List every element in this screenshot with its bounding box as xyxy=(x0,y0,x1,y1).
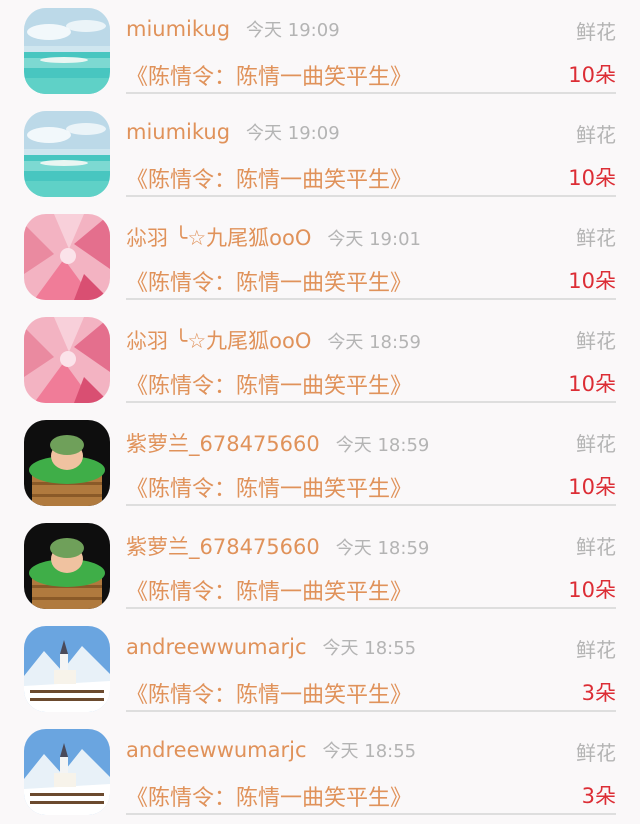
gift-count: 10朵 xyxy=(568,578,616,602)
gift-list-item[interactable]: andreewwumarjc 今天 18:55 鲜花 《陈情令：陈情一曲笑平生》 … xyxy=(0,721,640,824)
sender-name[interactable]: 紫萝兰_678475660 今天 18:59 xyxy=(126,531,429,561)
gift-time: 今天 18:59 xyxy=(335,538,430,559)
gift-type-label: 鲜花 xyxy=(576,329,616,353)
gift-count: 10朵 xyxy=(568,475,616,499)
gift-count: 10朵 xyxy=(568,269,616,293)
pink-feather-avatar-icon[interactable] xyxy=(24,317,110,403)
gift-list: miumikug 今天 19:09 鲜花 《陈情令：陈情一曲笑平生》 10朵 mi… xyxy=(0,0,640,815)
beach-avatar-icon[interactable] xyxy=(24,111,110,197)
work-title-link[interactable]: 《陈情令：陈情一曲笑平生》 xyxy=(126,574,412,606)
sender-name[interactable]: 紫萝兰_678475660 今天 18:59 xyxy=(126,428,429,458)
work-title-link[interactable]: 《陈情令：陈情一曲笑平生》 xyxy=(126,59,412,91)
gift-list-item[interactable]: 尛羽 ╰☆九尾狐ooO 今天 18:59 鲜花 《陈情令：陈情一曲笑平生》 10朵 xyxy=(0,309,640,412)
row-divider xyxy=(126,401,616,403)
gift-time: 今天 18:55 xyxy=(322,638,417,659)
snow-church-avatar-icon[interactable] xyxy=(24,626,110,712)
baby-basket-avatar-icon[interactable] xyxy=(24,523,110,609)
gift-type-label: 鲜花 xyxy=(576,226,616,250)
gift-time: 今天 18:59 xyxy=(327,332,421,353)
gift-time: 今天 19:09 xyxy=(246,20,340,41)
pink-feather-avatar-icon[interactable] xyxy=(24,214,110,300)
gift-count: 3朵 xyxy=(581,784,616,808)
gift-list-item[interactable]: miumikug 今天 19:09 鲜花 《陈情令：陈情一曲笑平生》 10朵 xyxy=(0,103,640,206)
sender-name[interactable]: andreewwumarjc 今天 18:55 xyxy=(126,634,416,660)
row-divider xyxy=(126,298,616,300)
gift-type-label: 鲜花 xyxy=(576,638,616,662)
gift-type-label: 鲜花 xyxy=(576,20,616,44)
gift-count: 3朵 xyxy=(581,681,616,705)
row-divider xyxy=(126,504,616,506)
row-divider xyxy=(126,607,616,609)
gift-list-item[interactable]: miumikug 今天 19:09 鲜花 《陈情令：陈情一曲笑平生》 10朵 xyxy=(0,0,640,103)
work-title-link[interactable]: 《陈情令：陈情一曲笑平生》 xyxy=(126,471,412,503)
gift-count: 10朵 xyxy=(568,63,616,87)
baby-basket-avatar-icon[interactable] xyxy=(24,420,110,506)
work-title-link[interactable]: 《陈情令：陈情一曲笑平生》 xyxy=(126,265,412,297)
gift-list-item[interactable]: andreewwumarjc 今天 18:55 鲜花 《陈情令：陈情一曲笑平生》 … xyxy=(0,618,640,721)
snow-church-avatar-icon[interactable] xyxy=(24,729,110,815)
row-divider xyxy=(126,813,616,815)
gift-time: 今天 19:01 xyxy=(327,229,421,250)
work-title-link[interactable]: 《陈情令：陈情一曲笑平生》 xyxy=(126,677,412,709)
sender-name[interactable]: andreewwumarjc 今天 18:55 xyxy=(126,737,416,763)
gift-time: 今天 18:59 xyxy=(335,435,430,456)
sender-name[interactable]: 尛羽 ╰☆九尾狐ooO 今天 19:01 xyxy=(126,222,421,252)
gift-count: 10朵 xyxy=(568,166,616,190)
gift-type-label: 鲜花 xyxy=(576,432,616,456)
gift-type-label: 鲜花 xyxy=(576,535,616,559)
gift-list-item[interactable]: 紫萝兰_678475660 今天 18:59 鲜花 《陈情令：陈情一曲笑平生》 1… xyxy=(0,412,640,515)
gift-count: 10朵 xyxy=(568,372,616,396)
row-divider xyxy=(126,92,616,94)
gift-type-label: 鲜花 xyxy=(576,123,616,147)
row-divider xyxy=(126,710,616,712)
work-title-link[interactable]: 《陈情令：陈情一曲笑平生》 xyxy=(126,368,412,400)
gift-time: 今天 18:55 xyxy=(322,741,417,762)
work-title-link[interactable]: 《陈情令：陈情一曲笑平生》 xyxy=(126,780,412,812)
beach-avatar-icon[interactable] xyxy=(24,8,110,94)
row-divider xyxy=(126,195,616,197)
gift-type-label: 鲜花 xyxy=(576,741,616,765)
gift-time: 今天 19:09 xyxy=(246,123,340,144)
work-title-link[interactable]: 《陈情令：陈情一曲笑平生》 xyxy=(126,162,412,194)
gift-list-item[interactable]: 紫萝兰_678475660 今天 18:59 鲜花 《陈情令：陈情一曲笑平生》 1… xyxy=(0,515,640,618)
sender-name[interactable]: 尛羽 ╰☆九尾狐ooO 今天 18:59 xyxy=(126,325,421,355)
sender-name[interactable]: miumikug 今天 19:09 xyxy=(126,16,340,42)
sender-name[interactable]: miumikug 今天 19:09 xyxy=(126,119,340,145)
gift-list-item[interactable]: 尛羽 ╰☆九尾狐ooO 今天 19:01 鲜花 《陈情令：陈情一曲笑平生》 10朵 xyxy=(0,206,640,309)
